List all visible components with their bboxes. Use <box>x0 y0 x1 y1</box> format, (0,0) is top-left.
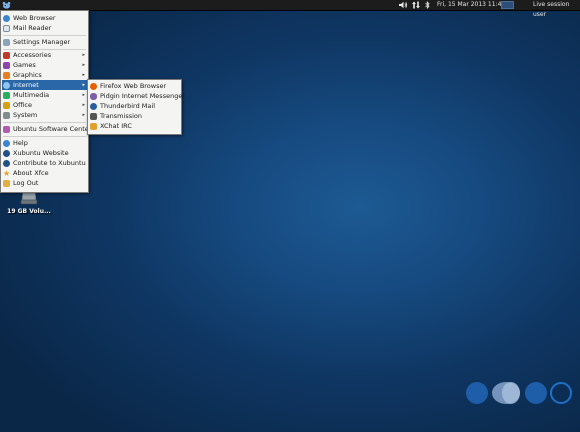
internet-icon <box>3 81 10 89</box>
menu-item-help[interactable]: Help <box>2 138 87 148</box>
submenu-item-thunderbird[interactable]: Thunderbird Mail <box>89 101 180 111</box>
multimedia-icon <box>3 91 10 99</box>
menu-item-label: Ubuntu Software Center <box>13 125 92 133</box>
settings-icon <box>3 38 10 46</box>
session-user-menu[interactable]: Live session user <box>533 0 580 18</box>
wallpaper-circle <box>550 382 572 404</box>
wallpaper-circles <box>466 381 572 405</box>
menu-item-label: Help <box>13 139 28 147</box>
submenu-item-label: Firefox Web Browser <box>100 82 167 90</box>
menu-item-label: Games <box>13 61 36 69</box>
help-icon <box>3 139 10 147</box>
software-center-icon <box>3 125 10 133</box>
submenu-arrow-icon: ▸ <box>82 52 85 58</box>
bluetooth-icon[interactable] <box>425 0 430 10</box>
menu-item-label: Mail Reader <box>13 24 52 32</box>
submenu-item-label: Transmission <box>100 112 142 120</box>
submenu-item-label: XChat IRC <box>100 122 132 130</box>
submenu-arrow-icon: ▸ <box>82 72 85 78</box>
wallpaper-circle <box>466 382 488 404</box>
menu-separator <box>3 122 86 123</box>
applications-menu: Web Browser Mail Reader Settings Manager… <box>0 10 91 193</box>
thunderbird-icon <box>90 102 97 110</box>
menu-item-office[interactable]: Office ▸ <box>2 100 87 110</box>
submenu-item-firefox[interactable]: Firefox Web Browser <box>89 81 180 91</box>
submenu-item-label: Thunderbird Mail <box>100 102 156 110</box>
menu-item-label: About Xfce <box>13 169 49 177</box>
logout-icon <box>3 179 10 187</box>
games-icon <box>3 61 10 69</box>
volume-label: 19 GB Volu... <box>7 208 51 215</box>
menu-item-web-browser[interactable]: Web Browser <box>2 13 87 23</box>
menu-item-contribute[interactable]: Contribute to Xubuntu <box>2 158 87 168</box>
submenu-arrow-icon: ▸ <box>82 82 85 88</box>
pidgin-icon <box>90 92 97 100</box>
globe-icon <box>3 14 10 22</box>
menu-item-mail-reader[interactable]: Mail Reader <box>2 23 87 33</box>
menu-separator <box>3 136 86 137</box>
menu-separator <box>3 35 86 36</box>
menu-item-xubuntu-website[interactable]: Xubuntu Website <box>2 148 87 158</box>
submenu-arrow-icon: ▸ <box>82 112 85 118</box>
applications-menu-button[interactable] <box>1 0 11 10</box>
menu-item-settings-manager[interactable]: Settings Manager <box>2 37 87 47</box>
network-icon[interactable] <box>412 0 420 10</box>
transmission-icon <box>90 112 97 120</box>
xubuntu-icon <box>3 149 10 157</box>
internet-submenu: Firefox Web Browser Pidgin Internet Mess… <box>87 79 185 135</box>
menu-item-label: Settings Manager <box>13 38 71 46</box>
menu-item-label: Office <box>13 101 32 109</box>
star-icon: ★ <box>3 168 11 178</box>
menu-item-ubuntu-software-center[interactable]: Ubuntu Software Center <box>2 124 91 134</box>
menu-item-label: Web Browser <box>13 14 56 22</box>
submenu-item-transmission[interactable]: Transmission <box>89 111 180 121</box>
submenu-item-pidgin[interactable]: Pidgin Internet Messenger <box>89 91 185 101</box>
menu-item-label: Graphics <box>13 71 42 79</box>
submenu-arrow-icon: ▸ <box>82 102 85 108</box>
menu-item-system[interactable]: System ▸ <box>2 110 87 120</box>
menu-item-label: System <box>13 111 38 119</box>
submenu-arrow-icon: ▸ <box>82 62 85 68</box>
submenu-item-xchat[interactable]: XChat IRC <box>89 121 180 131</box>
menu-item-about-xfce[interactable]: ★ About Xfce <box>2 168 87 178</box>
xfce-mouse-icon <box>2 1 10 9</box>
wallpaper-circle <box>525 382 547 404</box>
volume-icon[interactable] <box>399 0 408 10</box>
menu-item-label: Accessories <box>13 51 52 59</box>
menu-item-label: Log Out <box>13 179 39 187</box>
office-icon <box>3 101 10 109</box>
menu-item-multimedia[interactable]: Multimedia ▸ <box>2 90 87 100</box>
menu-item-internet[interactable]: Internet ▸ <box>2 80 87 90</box>
menu-item-label: Contribute to Xubuntu <box>13 159 86 167</box>
menu-item-label: Xubuntu Website <box>13 149 69 157</box>
mail-icon <box>3 24 10 32</box>
submenu-item-label: Pidgin Internet Messenger <box>100 92 185 100</box>
menu-item-log-out[interactable]: Log Out <box>2 178 87 188</box>
menu-item-graphics[interactable]: Graphics ▸ <box>2 70 87 80</box>
firefox-icon <box>90 82 97 90</box>
graphics-icon <box>3 71 10 79</box>
menu-item-accessories[interactable]: Accessories ▸ <box>2 50 87 60</box>
menu-item-games[interactable]: Games ▸ <box>2 60 87 70</box>
wallpaper-circle <box>502 382 520 404</box>
accessories-icon <box>3 51 10 59</box>
xubuntu-icon <box>3 159 10 167</box>
workspace-switcher[interactable] <box>501 1 514 9</box>
system-icon <box>3 111 10 119</box>
xchat-icon <box>90 122 97 130</box>
submenu-arrow-icon: ▸ <box>82 92 85 98</box>
menu-item-label: Multimedia <box>13 91 50 99</box>
clock[interactable]: Fri, 15 Mar 2013 11:48 <box>437 0 505 10</box>
menu-item-label: Internet <box>13 81 39 89</box>
